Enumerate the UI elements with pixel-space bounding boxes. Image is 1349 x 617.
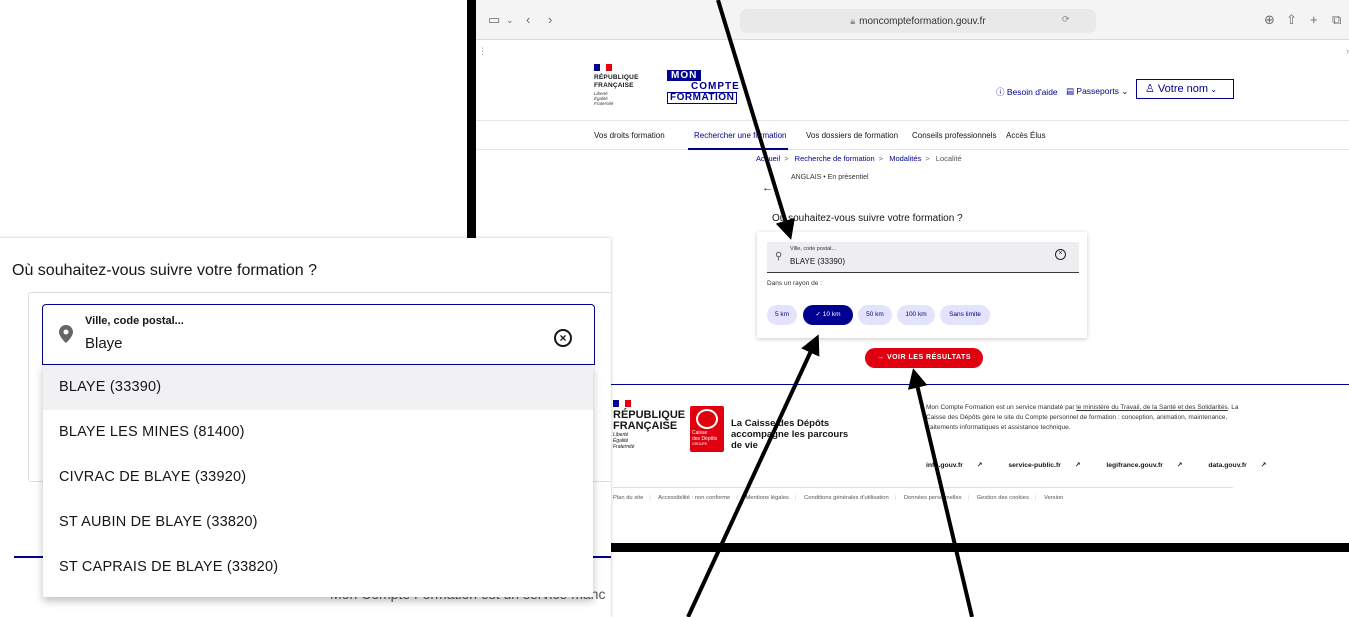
location-card: ⚲ Ville, code postal... BLAYE (33390) × … [757, 232, 1087, 338]
forward-icon[interactable]: › [548, 13, 552, 27]
footer-bottom-link[interactable]: Gestion des cookies [977, 495, 1029, 501]
external-link-icon: ↗ [976, 462, 983, 469]
cdc-tagline: La Caisse des Dépôts accompagne les parc… [731, 418, 849, 451]
map-pin-icon [59, 325, 73, 343]
suggestion-item[interactable]: ST CAPRAIS DE BLAYE (33820) [43, 545, 593, 590]
download-icon[interactable]: ⊕ [1264, 13, 1275, 27]
breadcrumb: Accueil > Recherche de formation > Modalit… [756, 154, 962, 163]
flag-icon [613, 400, 631, 407]
question-circle-icon: ⓘ [996, 87, 1007, 97]
site-header: RÉPUBLIQUE FRANÇAISE Liberté Égalité Frate… [476, 58, 1349, 120]
nav-active-indicator [688, 148, 788, 150]
back-icon[interactable]: ‹ [526, 13, 530, 27]
share-icon[interactable]: ⇧ [1286, 13, 1297, 27]
footer-bottom-link[interactable]: Conditions générales d'utilisation [804, 495, 889, 501]
footer-bottom-link[interactable]: Données personnelles [904, 495, 962, 501]
radius-chip-50km[interactable]: 50 km [858, 305, 892, 325]
radius-chip-5km[interactable]: 5 km [767, 305, 797, 325]
document-icon: ▤ [1066, 86, 1077, 96]
page-marker: ⋮ [478, 46, 487, 56]
location-input-label: Ville, code postal... [85, 315, 184, 327]
check-icon: ✓ [815, 311, 823, 318]
back-arrow-icon[interactable]: ← [762, 182, 773, 194]
external-link-icon: ↗ [1074, 462, 1081, 469]
radius-chip-100km[interactable]: 100 km [897, 305, 935, 325]
zoom-location-question: Où souhaitez-vous suivre votre formation… [12, 262, 318, 279]
sidebar-icon[interactable]: ▭ [488, 13, 500, 27]
breadcrumb-item[interactable]: Recherche de formation [795, 154, 875, 163]
footer-bottom-link[interactable]: Version [1044, 495, 1063, 501]
help-link[interactable]: ⓘ Besoin d'aide [996, 86, 1058, 98]
user-menu-button[interactable]: ♙ Votre nom ⌄ [1136, 79, 1234, 99]
clear-icon[interactable]: × [554, 329, 572, 347]
breadcrumb-item[interactable]: Modalités [889, 154, 921, 163]
chevron-down-icon: ⌄ [1118, 86, 1129, 96]
footer-link[interactable]: info.gouv.fr ↗ [926, 462, 994, 469]
zoom-callout: Où souhaitez-vous suivre votre formation… [0, 238, 611, 617]
nav-item-droits[interactable]: Vos droits formation [594, 131, 665, 140]
breadcrumb-current: Localité [935, 154, 962, 163]
footer-bottom-links: Plan du site | Accessibilité : non confor… [613, 495, 1064, 501]
ministere-link[interactable]: le ministère du Travail, de la Santé et … [1076, 404, 1227, 411]
see-results-button[interactable]: → VOIR LES RÉSULTATS [865, 348, 983, 368]
footer-bottom-link[interactable]: Plan du site [613, 495, 643, 501]
chevron-down-icon[interactable]: ⌄ [506, 13, 514, 27]
location-input[interactable]: ⚲ Ville, code postal... BLAYE (33390) × [767, 242, 1079, 273]
radius-chip-10km[interactable]: ✓ 10 km [803, 305, 853, 325]
passports-menu[interactable]: ▤ Passeports ⌄ [1066, 86, 1128, 97]
nav-item-elus[interactable]: Accès Élus [1006, 131, 1046, 140]
suggestion-list: BLAYE (33390) BLAYE LES MINES (81400) CI… [43, 365, 593, 597]
footer-bottom-divider [613, 487, 1233, 488]
footer-bottom-link[interactable]: Accessibilité : non conforme [658, 495, 730, 501]
breadcrumb-item[interactable]: Accueil [756, 154, 780, 163]
external-link-icon: ↗ [1260, 462, 1267, 469]
address-bar[interactable]: 🔒︎ moncompteformation.gouv.fr [740, 9, 1096, 33]
footer-link[interactable]: data.gouv.fr ↗ [1208, 462, 1278, 469]
nav-item-dossiers[interactable]: Vos dossiers de formation [806, 131, 898, 140]
map-pin-icon: ⚲ [775, 251, 783, 262]
footer-description: Mon Compte Formation est un service mand… [926, 404, 1239, 431]
radius-label: Dans un rayon de : [767, 280, 822, 287]
location-input-value: Blaye [85, 335, 123, 352]
user-icon: ♙ [1145, 83, 1158, 95]
location-question: Où souhaitez-vous suivre votre formation… [772, 213, 963, 224]
footer-link[interactable]: service-public.fr ↗ [1008, 462, 1092, 469]
cdc-emblem-icon [696, 409, 718, 429]
tabs-icon[interactable]: ⧉ [1332, 13, 1341, 27]
footer-links: info.gouv.fr ↗ service-public.fr ↗ legif… [926, 461, 1290, 469]
footer-bottom-link[interactable]: Mentions légales [745, 495, 789, 501]
zoom-location-input[interactable]: Ville, code postal... Blaye × [42, 304, 595, 365]
flag-icon [594, 64, 612, 71]
republique-francaise-logo[interactable]: RÉPUBLIQUE FRANÇAISE Liberté Égalité Frate… [594, 64, 654, 106]
new-tab-icon[interactable]: + [1310, 13, 1318, 27]
caisse-des-depots-logo[interactable]: Caisse des Dépôts GROUPE [690, 406, 724, 452]
chevron-down-icon: ⌄ [1208, 85, 1217, 94]
browser-toolbar: ▭ ⌄ ‹ › 🔒︎ moncompteformation.gouv.fr ⟳ ⊕… [476, 0, 1349, 40]
mon-compte-formation-logo[interactable]: MON COMPTE FORMATION [665, 70, 739, 104]
reload-icon[interactable]: ⟳ [1062, 14, 1070, 25]
footer-link[interactable]: legifrance.gouv.fr ↗ [1106, 462, 1194, 469]
main-nav: Vos droits formation Rechercher une form… [476, 120, 1349, 150]
arrow-right-icon: → [876, 354, 887, 361]
lock-icon: 🔒︎ [850, 16, 856, 26]
suggestion-item[interactable]: BLAYE LES MINES (81400) [43, 410, 593, 455]
suggestion-item[interactable]: CIVRAC DE BLAYE (33920) [43, 455, 593, 500]
suggestion-item[interactable]: BLAYE (33390) [43, 365, 593, 410]
footer-republique-logo[interactable]: RÉPUBLIQUE FRANÇAISE Liberté Égalité Frate… [613, 400, 685, 450]
nav-item-rechercher[interactable]: Rechercher une formation [694, 131, 787, 140]
course-summary: ANGLAIS • En présentiel [791, 174, 869, 181]
nav-item-conseils[interactable]: Conseils professionnels [912, 131, 997, 140]
suggestion-item[interactable]: ST AUBIN DE BLAYE (33820) [43, 500, 593, 545]
radius-chip-sans-limite[interactable]: Sans limite [940, 305, 990, 325]
external-link-icon: ↗ [1176, 462, 1183, 469]
clear-icon[interactable]: × [1055, 249, 1066, 260]
